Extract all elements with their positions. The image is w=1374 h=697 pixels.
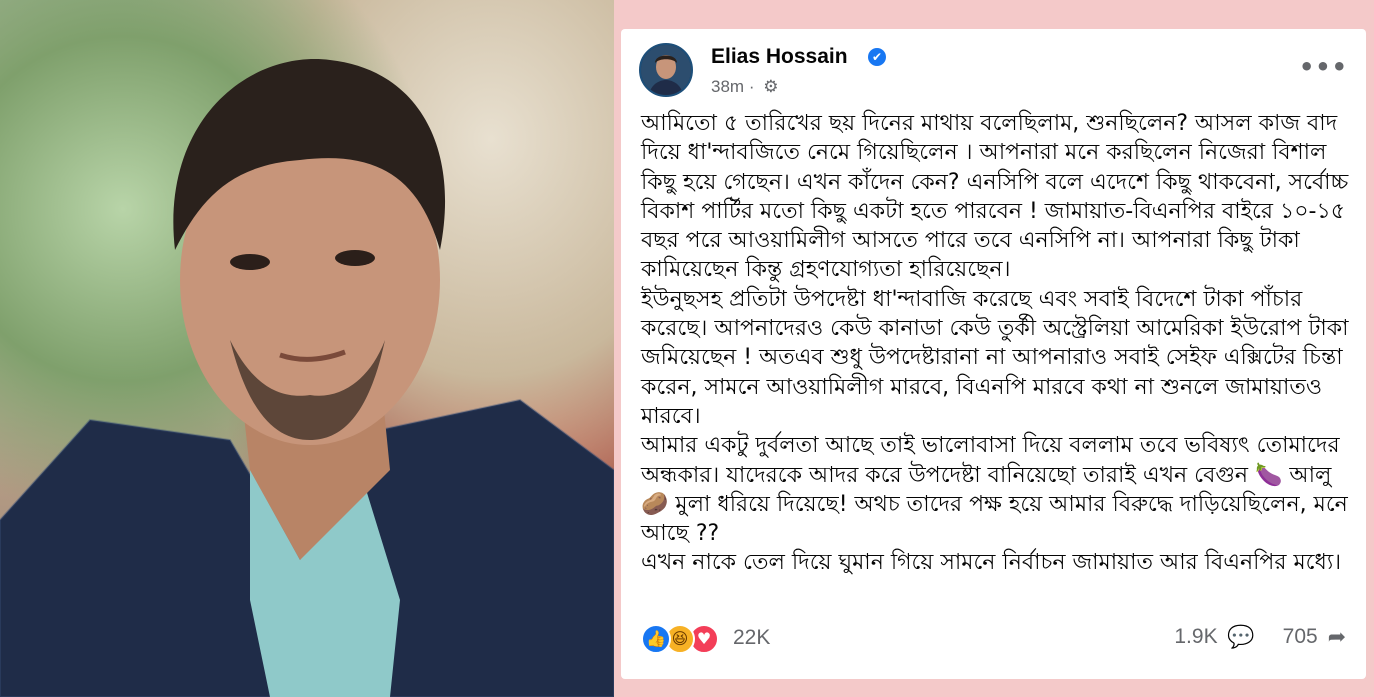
- author-name[interactable]: Elias Hossain: [711, 45, 848, 69]
- avatar-image: [641, 45, 691, 95]
- share-icon[interactable]: ➦: [1328, 624, 1346, 650]
- verified-badge-icon: ✔: [868, 48, 886, 66]
- more-options-icon[interactable]: •••: [1299, 53, 1348, 81]
- post-card: Elias Hossain ✔ 38m · ⚙ ••• আমিতো ৫ তারি…: [621, 29, 1366, 679]
- like-reaction-icon: 👍: [641, 624, 671, 654]
- post-paragraph: আমার একটু দুর্বলতা আছে তাই ভালোবাসা দিয়…: [641, 433, 1348, 547]
- post-text: আমিতো ৫ তারিখের ছয় দিনের মাথায় বলেছিলা…: [641, 109, 1356, 578]
- post-paragraph: আমিতো ৫ তারিখের ছয় দিনের মাথায় বলেছিলা…: [641, 111, 1349, 283]
- avatar[interactable]: [639, 43, 693, 97]
- comment-icon[interactable]: 💬: [1227, 624, 1254, 650]
- comment-count[interactable]: 1.9K: [1174, 625, 1217, 649]
- meta-separator: ·: [748, 76, 755, 96]
- portrait-illustration: [0, 59, 614, 697]
- reaction-count[interactable]: 22K: [733, 626, 770, 650]
- audience-gear-icon[interactable]: ⚙: [763, 77, 778, 97]
- engagement-stats: 1.9K 💬 705 ➦: [1174, 624, 1346, 650]
- portrait-photo: [0, 0, 614, 697]
- post-paragraph: ইউনুছসহ প্রতিটা উপদেষ্টা ধা'ন্দাবাজি করে…: [641, 286, 1349, 429]
- share-count[interactable]: 705: [1283, 625, 1318, 649]
- post-time[interactable]: 38m: [711, 77, 744, 97]
- post-paragraph: এখন নাকে তেল দিয়ে ঘুমান গিয়ে সামনে নির…: [641, 550, 1342, 576]
- post-header: Elias Hossain ✔ 38m · ⚙ •••: [639, 43, 1348, 99]
- post-footer: 👍 😆 ♥ 22K 1.9K 💬 705 ➦: [641, 622, 1346, 656]
- post-meta: 38m · ⚙: [711, 76, 778, 97]
